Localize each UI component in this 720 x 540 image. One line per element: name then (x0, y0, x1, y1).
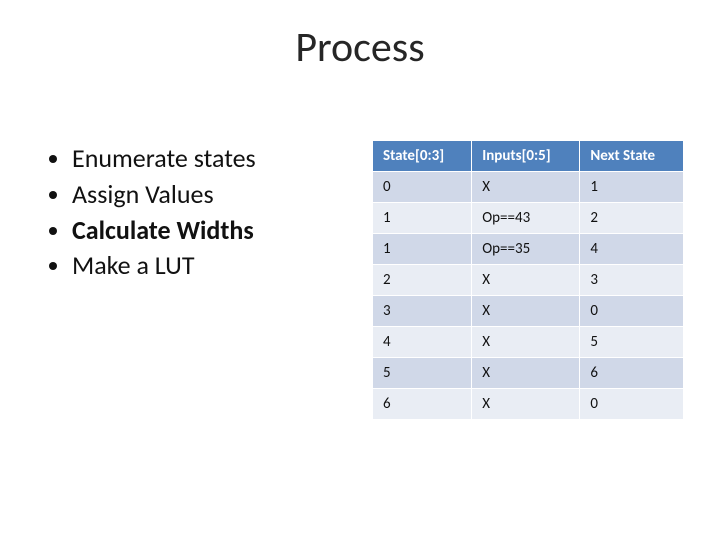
list-item: Assign Values (72, 178, 336, 212)
table-cell: X (472, 265, 580, 296)
table-cell: 1 (373, 234, 472, 265)
table-row: 5 X 6 (373, 358, 684, 389)
list-item-text: Assign Values (72, 178, 214, 210)
table-cell: 0 (580, 296, 684, 327)
table-row: 6 X 0 (373, 389, 684, 420)
list-item-text: Make a LUT (72, 249, 195, 281)
table-cell: X (472, 172, 580, 203)
list-item: Enumerate states (72, 142, 336, 176)
table-row: 3 X 0 (373, 296, 684, 327)
table-cell: 1 (373, 203, 472, 234)
list-item-text: Enumerate states (72, 142, 256, 174)
table-cell: 4 (580, 234, 684, 265)
bullet-list: Enumerate states Assign Values Calculate… (46, 140, 336, 420)
slide-title: Process (0, 22, 720, 73)
table-cell: 6 (373, 389, 472, 420)
table-cell: 2 (373, 265, 472, 296)
list-item-text: Calculate Widths (72, 214, 254, 246)
table-cell: 0 (373, 172, 472, 203)
table-cell: X (472, 327, 580, 358)
table-row: 1 Op==43 2 (373, 203, 684, 234)
table-cell: 4 (373, 327, 472, 358)
table-header: Next State (580, 141, 684, 172)
table-cell: 3 (373, 296, 472, 327)
table-cell: Op==35 (472, 234, 580, 265)
table-row: 2 X 3 (373, 265, 684, 296)
table-cell: 5 (373, 358, 472, 389)
table-cell: X (472, 389, 580, 420)
state-table: State[0:3] Inputs[0:5] Next State 0 X 1 … (372, 140, 684, 420)
table-cell: Op==43 (472, 203, 580, 234)
table-row: 4 X 5 (373, 327, 684, 358)
table-row: 1 Op==35 4 (373, 234, 684, 265)
table-cell: X (472, 296, 580, 327)
table-cell: 2 (580, 203, 684, 234)
table-header-row: State[0:3] Inputs[0:5] Next State (373, 141, 684, 172)
table-cell: X (472, 358, 580, 389)
list-item: Calculate Widths (72, 214, 336, 248)
slide: Process Enumerate states Assign Values C… (0, 0, 720, 540)
table-cell: 5 (580, 327, 684, 358)
table-header: Inputs[0:5] (472, 141, 580, 172)
table-row: 0 X 1 (373, 172, 684, 203)
list-item: Make a LUT (72, 249, 336, 283)
table-header: State[0:3] (373, 141, 472, 172)
slide-body: Enumerate states Assign Values Calculate… (46, 140, 684, 420)
table-cell: 1 (580, 172, 684, 203)
table-cell: 0 (580, 389, 684, 420)
table-cell: 6 (580, 358, 684, 389)
table-cell: 3 (580, 265, 684, 296)
